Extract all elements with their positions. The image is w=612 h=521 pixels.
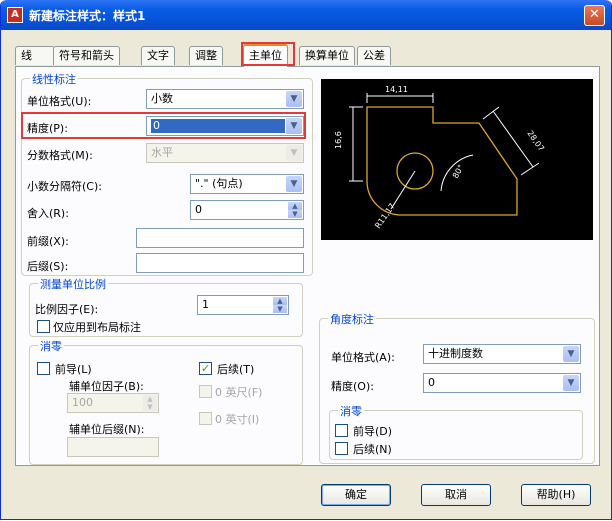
ok-button[interactable]: 确定 xyxy=(321,484,391,506)
sub-unit-suffix-input[interactable] xyxy=(67,437,159,457)
chevron-down-icon[interactable]: ▼ xyxy=(286,145,302,161)
spin-down-icon[interactable]: ▼ xyxy=(288,210,302,218)
decimal-separator-value: "." (句点) xyxy=(195,177,243,190)
dim-right-text: 28,07 xyxy=(525,129,546,153)
fraction-format-value: 水平 xyxy=(151,146,173,159)
prefix-label: 前缀(X): xyxy=(27,235,69,248)
angular-leading-label: 前导(D) xyxy=(353,425,393,438)
leading-zero-label: 前导(L) xyxy=(55,363,92,376)
angular-precision-value: 0 xyxy=(428,376,435,389)
tab-symbols-arrows[interactable]: 符号和箭头 xyxy=(53,46,120,65)
dialog-window: A 新建标注样式：样式1 ✕ 线 符号和箭头 文字 调整 主单位 换算单位 公差… xyxy=(0,0,612,520)
preview-drawing: 14,11 16,6 28,07 80° R11,17 xyxy=(334,85,546,230)
tab-text[interactable]: 文字 xyxy=(141,46,175,65)
zero-inch-label: 0 英寸(I) xyxy=(215,413,260,426)
angular-leading-checkbox[interactable] xyxy=(335,424,348,437)
suffix-input[interactable] xyxy=(136,253,304,273)
round-off-spinner[interactable]: 0 ▲ ▼ xyxy=(190,200,304,220)
scale-factor-spinner[interactable]: 1 ▲ ▼ xyxy=(197,295,289,315)
title-bar: A 新建标注样式：样式1 ✕ xyxy=(1,0,611,30)
round-off-label: 舍入(R): xyxy=(27,207,69,220)
angular-group-title: 角度标注 xyxy=(328,311,376,327)
tab-highlight-box xyxy=(241,42,295,66)
spin-down-icon[interactable]: ▼ xyxy=(273,305,287,313)
dim-left-text: 16,6 xyxy=(334,131,343,149)
close-button[interactable]: ✕ xyxy=(584,5,605,26)
sub-unit-suffix-label: 辅单位后缀(N): xyxy=(69,423,145,436)
angular-trailing-checkbox[interactable] xyxy=(335,442,348,455)
spin-up-icon[interactable]: ▲ xyxy=(143,395,157,403)
angular-unit-format-label: 单位格式(A): xyxy=(331,351,395,364)
angular-precision-label: 精度(O): xyxy=(331,380,374,393)
app-icon: A xyxy=(7,7,23,23)
tab-fit[interactable]: 调整 xyxy=(189,46,223,65)
leading-zero-checkbox[interactable] xyxy=(37,362,50,375)
prefix-input[interactable] xyxy=(136,228,304,248)
angular-unit-format-select[interactable]: 十进制度数 ▼ xyxy=(423,344,581,364)
spin-down-icon[interactable]: ▼ xyxy=(143,403,157,411)
tab-alternate-units[interactable]: 换算单位 xyxy=(299,46,355,65)
angular-zero-title: 消零 xyxy=(338,403,364,419)
unit-format-value: 小数 xyxy=(151,92,173,105)
dimension-lines xyxy=(349,93,540,210)
chevron-down-icon[interactable]: ▼ xyxy=(286,176,302,192)
dim-top-text: 14,11 xyxy=(385,85,408,94)
round-off-value: 0 xyxy=(195,203,202,216)
linear-group-title: 线性标注 xyxy=(30,71,78,87)
precision-highlight-box xyxy=(21,112,306,139)
cancel-button[interactable]: 取消 xyxy=(421,484,491,506)
trailing-zero-checkbox[interactable]: ✓ xyxy=(199,362,212,375)
unit-format-select[interactable]: 小数 ▼ xyxy=(146,89,304,109)
angular-trailing-label: 后续(N) xyxy=(353,443,392,456)
dialog-title: 新建标注样式：样式1 xyxy=(29,9,146,23)
trailing-zero-label: 后续(T) xyxy=(217,363,255,376)
dimension-preview: 14,11 16,6 28,07 80° R11,17 xyxy=(321,79,593,240)
zero-suppression-title: 消零 xyxy=(38,338,64,354)
tab-tolerances[interactable]: 公差 xyxy=(357,46,391,65)
scale-factor-label: 比例因子(E): xyxy=(35,303,99,316)
sub-unit-factor-value: 100 xyxy=(72,396,93,409)
part-outline xyxy=(366,106,518,216)
chevron-down-icon[interactable]: ▼ xyxy=(286,91,302,107)
zero-feet-checkbox[interactable] xyxy=(199,385,212,398)
layout-only-checkbox[interactable] xyxy=(37,320,50,333)
suffix-label: 后缀(S): xyxy=(27,260,69,273)
angular-unit-format-value: 十进制度数 xyxy=(428,347,483,360)
chevron-down-icon[interactable]: ▼ xyxy=(563,346,579,362)
scale-group-title: 测量单位比例 xyxy=(38,276,108,292)
spin-up-icon[interactable]: ▲ xyxy=(288,202,302,210)
sub-unit-factor-label: 辅单位因子(B): xyxy=(69,380,144,393)
unit-format-label: 单位格式(U): xyxy=(27,95,92,108)
dim-radius-text: R11,17 xyxy=(373,202,397,230)
help-button[interactable]: 帮助(H) xyxy=(521,484,591,506)
zero-inch-checkbox[interactable] xyxy=(199,412,212,425)
fraction-format-label: 分数格式(M): xyxy=(27,149,93,162)
layout-only-label: 仅应用到布局标注 xyxy=(53,321,141,334)
fraction-format-select[interactable]: 水平 ▼ xyxy=(146,143,304,163)
decimal-separator-label: 小数分隔符(C): xyxy=(27,180,102,193)
spin-up-icon[interactable]: ▲ xyxy=(273,297,287,305)
angular-precision-select[interactable]: 0 ▼ xyxy=(423,373,581,393)
sub-unit-factor-spinner[interactable]: 100 ▲ ▼ xyxy=(67,393,159,413)
decimal-separator-select[interactable]: "." (句点) ▼ xyxy=(190,174,304,194)
scale-factor-value: 1 xyxy=(202,298,209,311)
tab-lines[interactable]: 线 xyxy=(15,46,55,65)
chevron-down-icon[interactable]: ▼ xyxy=(563,375,579,391)
zero-feet-label: 0 英尺(F) xyxy=(215,386,263,399)
